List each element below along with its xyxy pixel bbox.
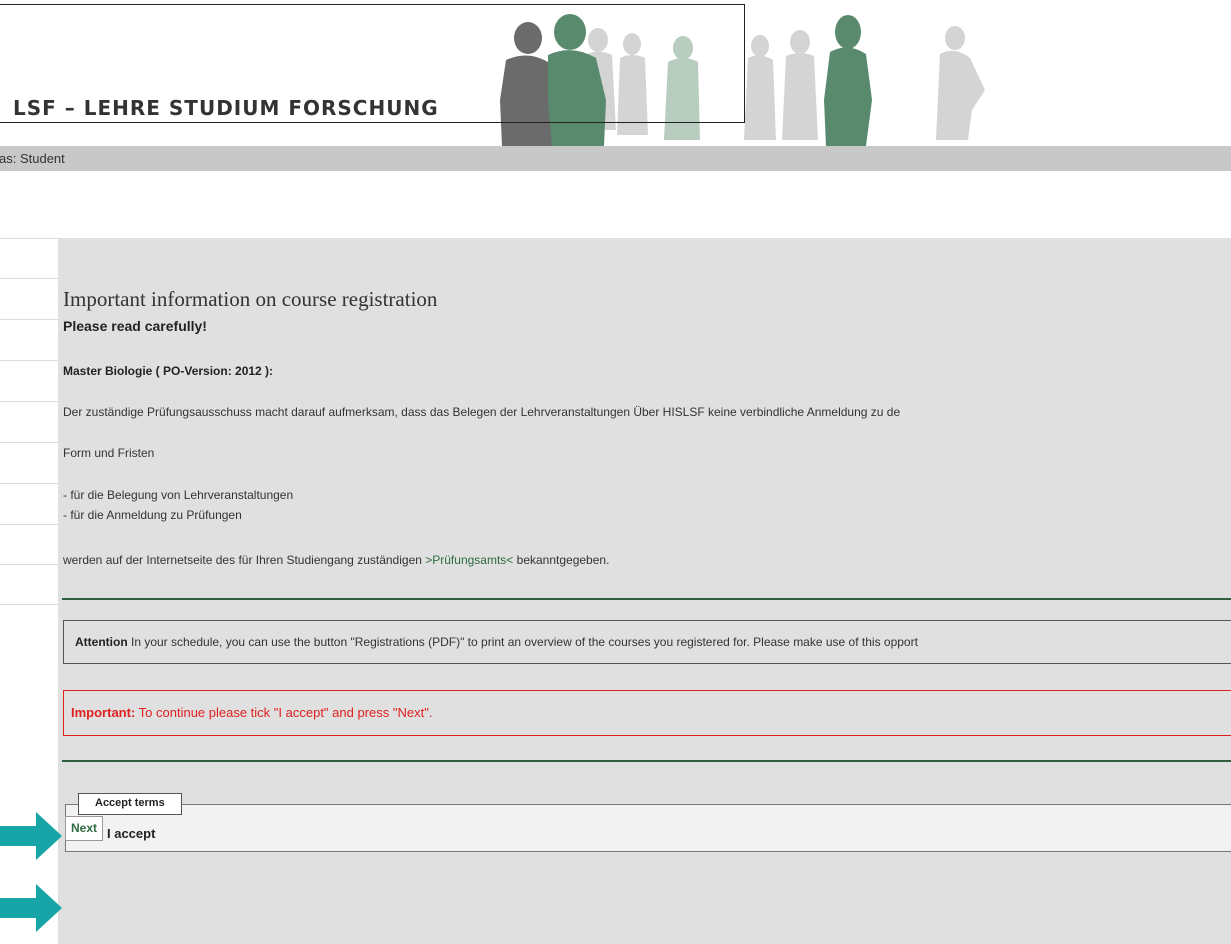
sidebar-divider: [0, 360, 58, 361]
user-role-text: as: Student: [0, 151, 65, 166]
page-title: Important information on course registra…: [63, 287, 438, 311]
important-box: Important: To continue please tick "I ac…: [63, 690, 1231, 736]
sidebar-divider: [0, 442, 58, 443]
exam-office-paragraph: werden auf der Internetseite des für Ihr…: [63, 553, 609, 567]
sidebar-divider: [0, 238, 58, 239]
sidebar-divider: [0, 524, 58, 525]
arrow-right-icon: [0, 884, 62, 932]
attention-box: Attention In your schedule, you can use …: [63, 620, 1231, 664]
accept-terms-fieldset: Accept terms I accept: [65, 793, 1231, 852]
exam-office-prefix: werden auf der Internetseite des für Ihr…: [63, 553, 426, 567]
sidebar-divider: [0, 604, 58, 605]
program-heading: Master Biologie ( PO-Version: 2012 ):: [63, 364, 274, 378]
next-button[interactable]: Next: [65, 816, 104, 841]
sidebar-divider: [0, 278, 58, 279]
exam-office-link[interactable]: >Prüfungsamts<: [425, 553, 513, 567]
notice-paragraph: Der zuständige Prüfungsausschuss macht d…: [63, 405, 901, 419]
page-subtitle: Please read carefully!: [63, 318, 207, 334]
status-bar: as: Student: [0, 146, 1231, 171]
exam-office-suffix: bekanntgegeben.: [513, 553, 610, 567]
attention-text: In your schedule, you can use the button…: [127, 635, 918, 649]
sidebar-divider: [0, 401, 58, 402]
list-item: - für die Anmeldung zu Prüfungen: [63, 508, 242, 522]
app-title: LSF – LEHRE STUDIUM FORSCHUNG: [13, 96, 439, 120]
important-label: Important:: [71, 705, 136, 720]
main-content: Important information on course registra…: [58, 238, 1231, 944]
divider: [62, 598, 1231, 600]
divider: [62, 760, 1231, 762]
sidebar-divider: [0, 319, 58, 320]
list-item: - für die Belegung von Lehrveranstaltung…: [63, 488, 294, 502]
attention-label: Attention: [75, 635, 128, 649]
arrow-right-icon: [0, 812, 62, 860]
accept-terms-legend: Accept terms: [78, 793, 182, 815]
important-text: To continue please tick "I accept" and p…: [135, 705, 433, 720]
header-banner: LSF – LEHRE STUDIUM FORSCHUNG: [0, 0, 1231, 146]
sidebar-divider: [0, 483, 58, 484]
form-fristen-text: Form und Fristen: [63, 446, 155, 460]
accept-label[interactable]: I accept: [107, 826, 155, 841]
sidebar-divider: [0, 564, 58, 565]
